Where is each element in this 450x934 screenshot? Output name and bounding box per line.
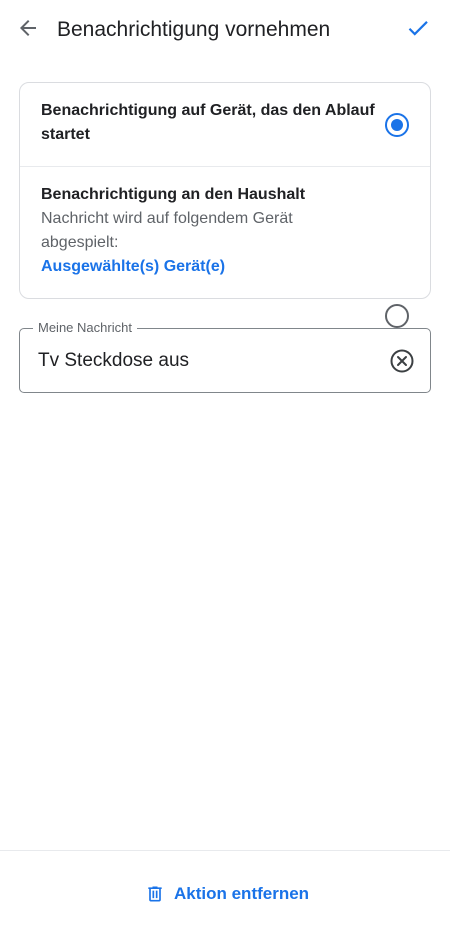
radio-button-unselected[interactable] — [385, 304, 409, 328]
option-title: Benachrichtigung auf Gerät, das den Abla… — [41, 102, 375, 143]
remove-action-button[interactable]: Aktion entfernen — [145, 883, 309, 905]
option-title: Benachrichtigung an den Haushalt — [41, 186, 306, 203]
trash-icon — [148, 886, 162, 902]
notification-options-card: Benachrichtigung auf Gerät, das den Abla… — [19, 82, 431, 328]
bottom-action-bar: Aktion entfernen — [0, 850, 450, 934]
notification-action-screen: Benachrichtigung vornehmen Benachrichtig… — [0, 0, 450, 934]
arrow-back-icon — [20, 20, 36, 36]
remove-action-label: Aktion entfernen — [174, 884, 310, 903]
back-button[interactable] — [10, 10, 46, 46]
option-device-starting-routine[interactable]: Benachrichtigung auf Gerät, das den Abla… — [20, 83, 430, 167]
top-app-bar: Benachrichtigung vornehmen — [0, 0, 450, 62]
check-icon — [408, 21, 428, 36]
clear-button[interactable] — [389, 348, 415, 374]
option-description: Nachricht wird auf folgendem Gerät abges… — [41, 210, 293, 251]
selected-devices-link[interactable]: Ausgewählte(s) Gerät(e) — [41, 255, 225, 279]
message-input[interactable] — [38, 349, 368, 373]
message-field-label: Meine Nachricht — [33, 320, 137, 335]
page-title: Benachrichtigung vornehmen — [57, 18, 331, 41]
confirm-button[interactable] — [398, 10, 438, 46]
radio-button-selected[interactable] — [385, 113, 409, 137]
clear-circle-icon — [390, 349, 414, 373]
option-household[interactable]: Benachrichtigung an den Haushalt Nachric… — [20, 167, 430, 328]
message-field[interactable]: Meine Nachricht — [19, 320, 431, 393]
